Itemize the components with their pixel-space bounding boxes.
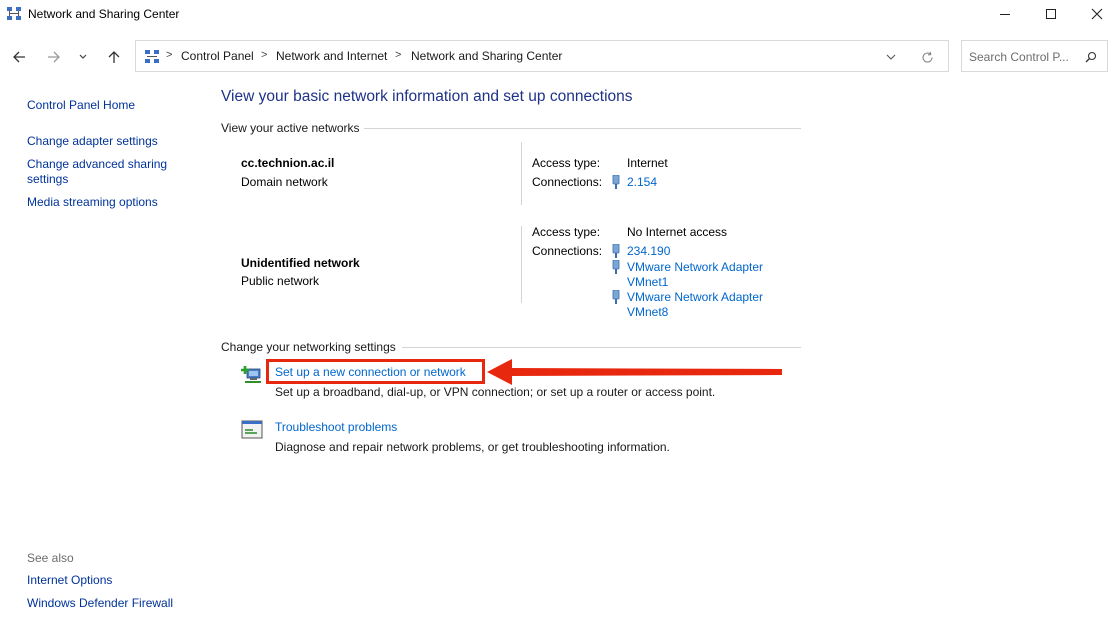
sidebar-link-label: Change advanced sharing bbox=[27, 157, 168, 171]
troubleshoot-icon bbox=[241, 420, 263, 439]
chevron-down-icon bbox=[79, 54, 87, 59]
back-button[interactable] bbox=[8, 46, 30, 68]
ethernet-icon bbox=[612, 244, 620, 258]
breadcrumb-network-and-sharing-center[interactable]: Network and Sharing Center bbox=[411, 49, 562, 63]
search-input[interactable] bbox=[969, 48, 1081, 66]
breadcrumb-separator: > bbox=[166, 49, 173, 61]
access-type-value: No Internet access bbox=[627, 225, 728, 239]
up-button[interactable] bbox=[103, 46, 125, 68]
title-bar: Network and Sharing Center bbox=[0, 0, 1120, 30]
close-button[interactable] bbox=[1074, 0, 1120, 28]
minimize-button[interactable] bbox=[982, 0, 1028, 28]
sidebar-link-change-adapter-settings[interactable]: Change adapter settings bbox=[27, 134, 158, 149]
connection-link[interactable]: VMware Network Adapter VMnet1 bbox=[627, 260, 763, 290]
forward-button[interactable] bbox=[43, 46, 65, 68]
access-type-label: Access type: bbox=[532, 225, 601, 239]
section-divider bbox=[402, 347, 801, 348]
access-type-label: Access type: bbox=[532, 156, 601, 170]
connection-link-label: VMware Network Adapter bbox=[627, 290, 764, 304]
sidebar-link-internet-options[interactable]: Internet Options bbox=[27, 573, 112, 588]
breadcrumb-separator: > bbox=[261, 49, 268, 61]
connections-label: Connections: bbox=[532, 175, 603, 189]
network-icon bbox=[7, 7, 21, 20]
address-dropdown-button[interactable] bbox=[882, 49, 900, 65]
search-icon bbox=[1085, 51, 1097, 63]
connection-link[interactable]: 234.190 bbox=[627, 244, 670, 259]
active-networks-heading: View your active networks bbox=[221, 121, 360, 135]
sidebar-link-label: settings bbox=[27, 172, 69, 186]
refresh-button[interactable] bbox=[916, 48, 938, 66]
search-button[interactable] bbox=[1082, 48, 1100, 66]
troubleshoot-problems-link[interactable]: Troubleshoot problems bbox=[275, 420, 397, 434]
sidebar-link-change-advanced-sharing-settings[interactable]: Change advanced sharing settings bbox=[27, 157, 167, 187]
network-name: cc.technion.ac.il bbox=[241, 156, 335, 170]
highlight-box bbox=[266, 359, 485, 384]
minimize-icon bbox=[1000, 14, 1010, 15]
sidebar-link-control-panel-home[interactable]: Control Panel Home bbox=[27, 98, 135, 113]
arrow-left-icon bbox=[13, 51, 25, 63]
control-panel-icon bbox=[145, 50, 159, 63]
connection-link[interactable]: 2.154 bbox=[627, 175, 657, 190]
network-type: Domain network bbox=[241, 175, 328, 189]
arrow-up-icon bbox=[108, 51, 120, 63]
task-description: Set up a broadband, dial-up, or VPN conn… bbox=[275, 385, 716, 399]
task-description: Diagnose and repair network problems, or… bbox=[275, 440, 670, 454]
connection-link-label: VMware Network Adapter bbox=[627, 260, 764, 274]
section-divider bbox=[364, 128, 801, 129]
network-type: Public network bbox=[241, 274, 320, 288]
navigation-bar: > Control Panel > Network and Internet >… bbox=[0, 36, 1120, 76]
new-connection-icon bbox=[241, 366, 261, 383]
annotation-arrow-icon bbox=[487, 359, 782, 385]
connection-link-label: VMnet1 bbox=[627, 275, 669, 289]
recent-locations-button[interactable] bbox=[74, 46, 92, 68]
access-type-value: Internet bbox=[627, 156, 668, 170]
breadcrumb-network-and-internet[interactable]: Network and Internet bbox=[276, 49, 387, 63]
maximize-icon bbox=[1046, 9, 1056, 19]
connections-label: Connections: bbox=[532, 244, 603, 258]
network-divider bbox=[521, 226, 522, 303]
ethernet-icon bbox=[612, 290, 620, 304]
address-bar[interactable]: > Control Panel > Network and Internet >… bbox=[135, 40, 949, 72]
refresh-icon bbox=[922, 51, 933, 63]
network-name: Unidentified network bbox=[241, 256, 360, 270]
sidebar-link-media-streaming-options[interactable]: Media streaming options bbox=[27, 195, 158, 210]
page-title: View your basic network information and … bbox=[221, 88, 633, 105]
see-also-heading: See also bbox=[27, 551, 74, 565]
search-box[interactable] bbox=[961, 40, 1108, 72]
ethernet-icon bbox=[612, 260, 620, 274]
connection-link[interactable]: VMware Network Adapter VMnet8 bbox=[627, 290, 763, 320]
network-divider bbox=[521, 142, 522, 205]
breadcrumb-control-panel[interactable]: Control Panel bbox=[181, 49, 254, 63]
ethernet-icon bbox=[612, 175, 620, 189]
window-title: Network and Sharing Center bbox=[28, 7, 180, 21]
connection-link-label: VMnet8 bbox=[627, 305, 669, 319]
breadcrumb-separator: > bbox=[395, 49, 402, 61]
maximize-button[interactable] bbox=[1028, 0, 1074, 28]
sidebar-link-windows-defender-firewall[interactable]: Windows Defender Firewall bbox=[27, 596, 173, 611]
close-icon bbox=[1091, 8, 1103, 20]
chevron-down-icon bbox=[886, 54, 896, 60]
change-settings-heading: Change your networking settings bbox=[221, 340, 396, 354]
arrow-right-icon bbox=[48, 51, 60, 63]
